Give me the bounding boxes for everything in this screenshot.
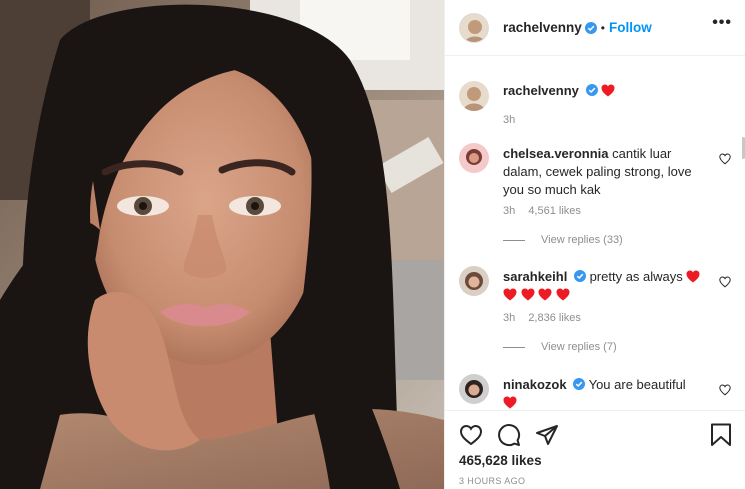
caption-age: 3h [503,114,516,126]
comment-like-heart-icon[interactable] [719,384,731,396]
red-heart-emoji [538,288,552,301]
comment-age: 3h [503,205,516,217]
verified-badge-icon [584,21,597,34]
post-header: rachelvenny • Follow ••• [445,0,745,56]
red-heart-emoji [686,270,700,283]
red-heart-emoji [521,288,535,301]
red-heart-emoji [503,396,517,409]
commenter-avatar[interactable] [459,374,489,404]
comment-body: You are beautiful [588,377,686,392]
avatar-image [459,143,489,173]
comments-list[interactable]: rachelvenny 3h chelsea.veronnia cantik l… [445,57,745,409]
author-username[interactable]: rachelvenny [503,20,582,35]
red-heart-emoji [601,84,615,97]
follow-button[interactable]: Follow [609,20,652,35]
post-photo[interactable] [0,0,444,489]
avatar-image [459,374,489,404]
red-heart-emoji [503,288,517,301]
caption-meta: 3h [503,114,515,126]
caption-username[interactable]: rachelvenny [503,83,579,98]
commenter-avatar[interactable] [459,266,489,296]
heart-icon[interactable] [459,423,483,447]
separator-dot: • [600,20,605,35]
comment-text: chelsea.veronnia cantik luar dalam, cewe… [503,145,703,199]
view-replies-label[interactable]: View replies (7) [541,341,617,353]
caption-avatar[interactable] [459,81,489,111]
commenter-avatar[interactable] [459,143,489,173]
selfie-image [0,0,444,489]
paper-plane-icon[interactable] [535,423,559,447]
comment-meta: 3h 2,836 likes [503,312,581,324]
commenter-username[interactable]: ninakozok [503,377,567,392]
comment-likes[interactable]: 4,561 likes [528,205,581,217]
comment-meta: 3h 4,561 likes [503,205,581,217]
more-options-icon[interactable]: ••• [712,15,732,31]
view-replies-button[interactable]: View replies (7) [503,341,617,353]
avatar-image [459,266,489,296]
commenter-username[interactable]: chelsea.veronnia [503,146,609,161]
post-timestamp[interactable]: 3 HOURS AGO [459,476,525,486]
comment-text: sarahkeihl pretty as always [503,268,703,304]
verified-badge-icon [585,84,598,96]
replies-divider [503,346,525,348]
comment-age: 3h [503,312,516,324]
verified-badge-icon [573,378,586,390]
comment-like-heart-icon[interactable] [719,276,731,288]
bookmark-icon[interactable] [710,423,732,447]
avatar-image [460,13,488,42]
commenter-username[interactable]: sarahkeihl [503,269,567,284]
comment-text: ninakozok You are beautiful [503,376,703,409]
comment-likes[interactable]: 2,836 likes [528,312,581,324]
avatar-image [459,81,489,111]
red-heart-emoji [556,288,570,301]
comment-icon[interactable] [497,423,521,447]
comment-like-heart-icon[interactable] [719,153,731,165]
verified-badge-icon [573,270,586,282]
author-avatar[interactable] [459,12,489,43]
action-icons [459,423,573,447]
post-panel: rachelvenny • Follow ••• rachelvenny 3h … [444,0,745,489]
view-replies-button[interactable]: View replies (33) [503,234,623,246]
caption-text: rachelvenny [503,82,703,100]
post-actions: 465,628 likes 3 HOURS AGO [445,410,745,489]
instagram-post: rachelvenny • Follow ••• rachelvenny 3h … [0,0,745,489]
comment-body: pretty as always [589,269,683,284]
view-replies-label[interactable]: View replies (33) [541,234,623,246]
likes-count[interactable]: 465,628 likes [459,453,542,468]
replies-divider [503,239,525,241]
